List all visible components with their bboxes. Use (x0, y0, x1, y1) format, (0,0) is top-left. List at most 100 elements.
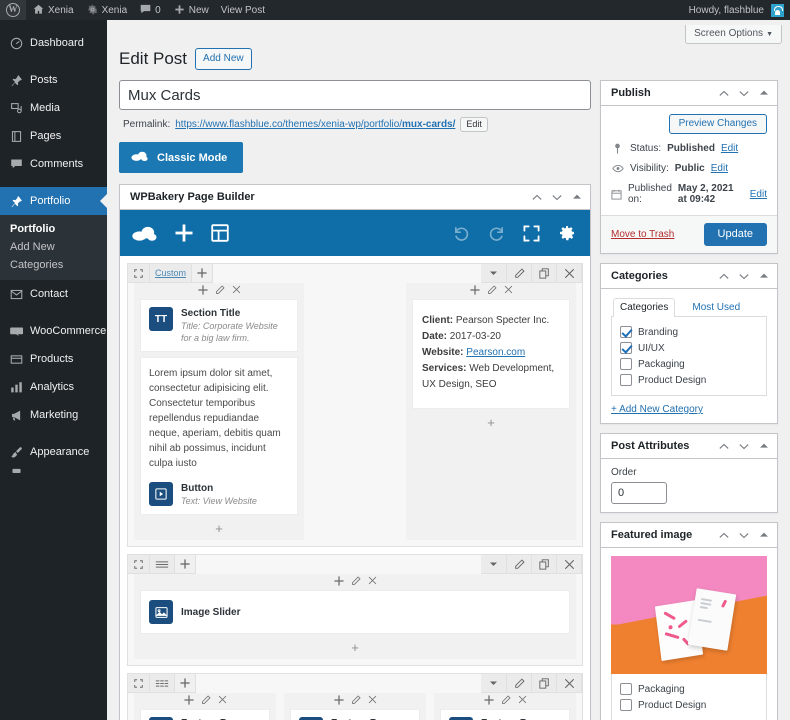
delete-column-icon[interactable] (504, 285, 513, 297)
row-dropdown-icon[interactable] (481, 555, 507, 575)
gear-icon[interactable] (558, 224, 576, 242)
sidebar-item-products[interactable]: Products (0, 345, 107, 373)
move-down-icon[interactable] (548, 188, 566, 206)
add-new-category-link[interactable]: + Add New Category (611, 404, 767, 415)
delete-column-icon[interactable] (368, 695, 377, 707)
toggle-panel-icon[interactable] (755, 267, 773, 285)
builder-text-block[interactable]: Lorem ipsum dolor sit amet, consectetur … (140, 357, 298, 476)
move-down-icon[interactable] (735, 84, 753, 102)
move-down-icon[interactable] (735, 526, 753, 544)
checkbox-branding[interactable] (620, 326, 632, 338)
tab-most-used[interactable]: Most Used (685, 298, 747, 317)
add-element-icon[interactable] (197, 284, 208, 298)
screen-options-button[interactable]: Screen Options ▼ (685, 25, 782, 44)
sidebar-item-dashboard[interactable]: Dashboard (0, 29, 107, 57)
add-element-icon[interactable] (333, 695, 344, 708)
delete-column-icon[interactable] (232, 285, 241, 297)
checkbox-product-design[interactable] (620, 699, 632, 711)
builder-element[interactable]: Feature Box Style: Number Box (440, 709, 570, 720)
category-row[interactable]: Product Design (620, 697, 758, 713)
builder-element-info[interactable]: Client: Pearson Specter Inc. Date: 2017-… (412, 299, 570, 409)
clone-row-icon[interactable] (531, 674, 557, 694)
add-element-icon[interactable] (174, 674, 196, 694)
edit-column-icon[interactable] (487, 284, 497, 298)
sidebar-item-contact[interactable]: Contact (0, 280, 107, 308)
edit-column-icon[interactable] (351, 695, 361, 708)
sidebar-item-comments[interactable]: Comments (0, 150, 107, 178)
order-input[interactable] (611, 482, 667, 504)
sidebar-item-posts[interactable]: Posts (0, 66, 107, 94)
category-row[interactable]: Branding (620, 324, 758, 340)
toggle-panel-icon[interactable] (755, 84, 773, 102)
column-add-element[interactable]: + (140, 520, 298, 536)
sidebar-item-partial[interactable] (0, 466, 107, 474)
move-to-trash-link[interactable]: Move to Trash (611, 229, 674, 240)
sidebar-item-woocommerce[interactable]: WooCommerce (0, 317, 107, 345)
move-up-icon[interactable] (715, 267, 733, 285)
delete-column-icon[interactable] (518, 695, 527, 707)
permalink-link[interactable]: https://www.flashblue.co/themes/xenia-wp… (175, 119, 455, 130)
drag-row-icon[interactable] (128, 674, 150, 694)
column-add-element[interactable]: + (140, 639, 570, 655)
edit-row-icon[interactable] (506, 674, 532, 694)
edit-column-icon[interactable] (215, 284, 225, 298)
add-element-icon[interactable] (483, 695, 494, 708)
columns-1-icon[interactable] (149, 555, 175, 575)
toggle-panel-icon[interactable] (568, 188, 586, 206)
checkbox-product-design[interactable] (620, 374, 632, 386)
undo-icon[interactable] (453, 225, 470, 242)
move-down-icon[interactable] (735, 267, 753, 285)
sidebar-item-appearance[interactable]: Appearance (0, 438, 107, 466)
move-up-icon[interactable] (528, 188, 546, 206)
sidebar-item-marketing[interactable]: Marketing (0, 401, 107, 429)
sidebar-item-portfolio[interactable]: Portfolio (0, 187, 107, 215)
drag-row-icon[interactable] (128, 264, 150, 283)
customize-menu[interactable]: Xenia (80, 0, 134, 20)
sidebar-item-analytics[interactable]: Analytics (0, 373, 107, 401)
delete-row-icon[interactable] (556, 674, 582, 694)
toggle-panel-icon[interactable] (755, 526, 773, 544)
edit-column-icon[interactable] (351, 576, 361, 589)
category-row[interactable]: Product Design (620, 372, 758, 388)
checkbox-packaging[interactable] (620, 358, 632, 370)
featured-image-thumbnail[interactable] (611, 556, 767, 674)
add-element-icon[interactable] (174, 555, 196, 575)
clone-row-icon[interactable] (531, 555, 557, 575)
tab-categories[interactable]: Categories (613, 298, 676, 317)
new-content-menu[interactable]: New (167, 0, 215, 20)
submenu-item-categories[interactable]: Categories (0, 256, 107, 274)
edit-row-icon[interactable] (506, 555, 532, 575)
column-add-element[interactable]: + (412, 414, 570, 430)
cloud-icon[interactable] (132, 225, 157, 242)
row-dropdown-icon[interactable] (481, 264, 507, 283)
sidebar-item-media[interactable]: Media (0, 94, 107, 122)
move-down-icon[interactable] (735, 437, 753, 455)
category-row[interactable]: Packaging (620, 681, 758, 697)
move-up-icon[interactable] (715, 437, 733, 455)
edit-column-icon[interactable] (501, 695, 511, 708)
layout-icon[interactable] (211, 224, 229, 242)
update-button[interactable]: Update (703, 223, 767, 246)
move-up-icon[interactable] (715, 526, 733, 544)
delete-row-icon[interactable] (556, 555, 582, 575)
add-element-icon[interactable] (333, 576, 344, 589)
comments-menu[interactable]: 0 (133, 0, 167, 20)
builder-element[interactable]: Feature Box Style: Number Box (290, 709, 420, 720)
delete-column-icon[interactable] (218, 695, 227, 707)
toggle-panel-icon[interactable] (755, 437, 773, 455)
status-edit-link[interactable]: Edit (721, 143, 738, 154)
builder-element[interactable]: Image Slider (140, 590, 570, 635)
website-link[interactable]: Pearson.com (466, 347, 525, 358)
edit-column-icon[interactable] (201, 695, 211, 708)
row-dropdown-icon[interactable] (481, 674, 507, 694)
clone-row-icon[interactable] (531, 264, 557, 283)
published-edit-link[interactable]: Edit (750, 189, 767, 200)
row-layout-label[interactable]: Custom (149, 264, 193, 283)
plus-icon[interactable] (175, 224, 193, 242)
sidebar-item-pages[interactable]: Pages (0, 122, 107, 150)
category-row[interactable]: Packaging (620, 356, 758, 372)
add-element-icon[interactable] (469, 284, 480, 298)
category-row[interactable]: UI/UX (620, 340, 758, 356)
drag-row-icon[interactable] (128, 555, 150, 575)
edit-row-icon[interactable] (506, 264, 532, 283)
